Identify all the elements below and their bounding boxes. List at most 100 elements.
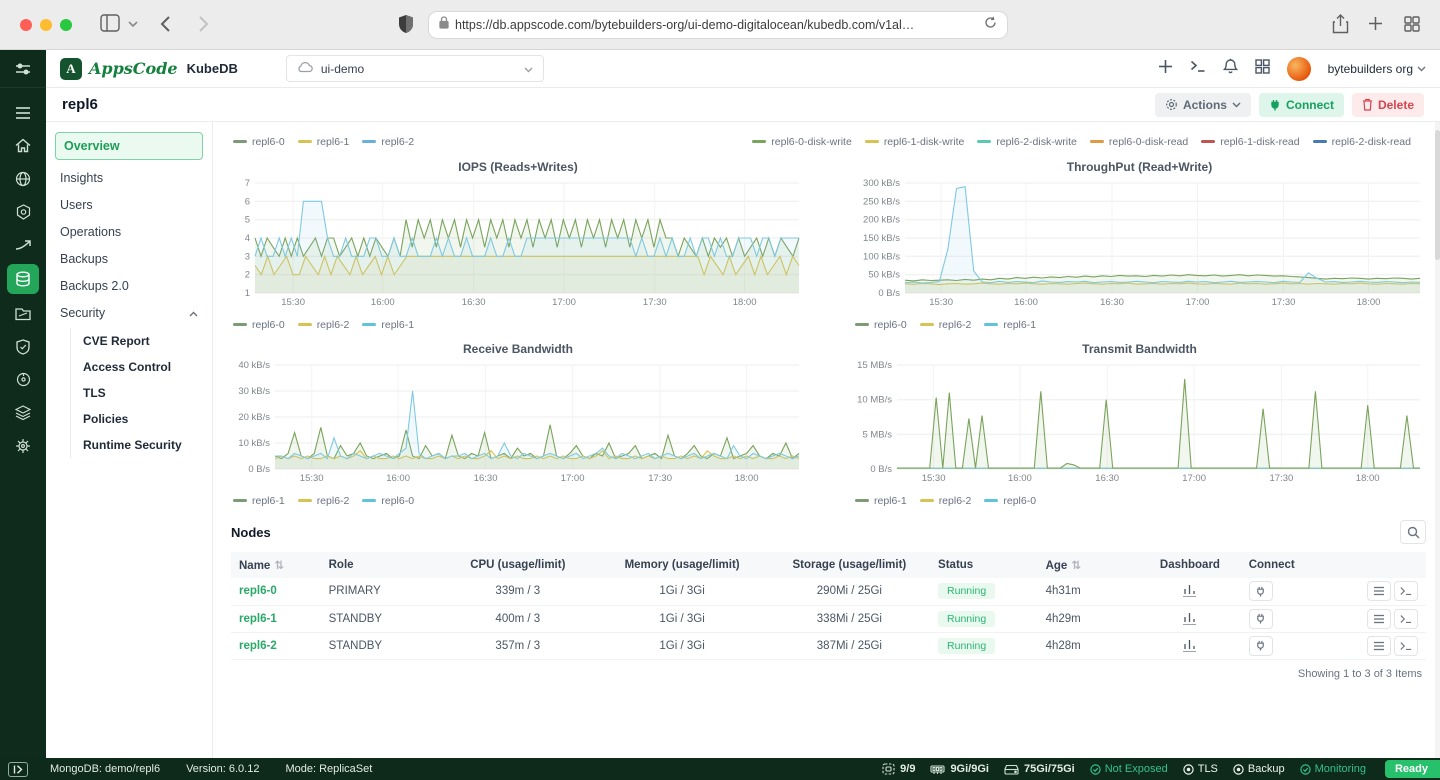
forward-button[interactable] xyxy=(198,15,209,33)
privacy-shield-icon[interactable] xyxy=(398,14,414,34)
legend-item[interactable]: repl6-2 xyxy=(362,136,414,148)
chevron-down-icon[interactable] xyxy=(128,21,138,28)
sidebar-item-security[interactable]: Security xyxy=(46,299,212,326)
col-name[interactable]: Name⇅ xyxy=(231,552,321,578)
sidebar-item-users[interactable]: Users xyxy=(46,191,212,218)
exec-terminal-icon[interactable] xyxy=(1394,581,1418,601)
legend-swatch xyxy=(298,499,312,502)
legend-item[interactable]: repl6-1-disk-write xyxy=(865,136,965,148)
logs-icon[interactable] xyxy=(1367,636,1391,656)
legend-item[interactable]: repl6-2 xyxy=(920,495,972,507)
org-switcher[interactable]: bytebuilders org xyxy=(1328,62,1426,76)
connect-plug-icon[interactable] xyxy=(1249,581,1273,601)
legend-label: repl6-1 xyxy=(317,136,350,148)
sidebar-item-insights[interactable]: Insights xyxy=(46,164,212,191)
connect-plug-icon[interactable] xyxy=(1249,636,1273,656)
legend-item[interactable]: repl6-1 xyxy=(984,319,1036,331)
col-age[interactable]: Age⇅ xyxy=(1038,552,1140,578)
terminal-icon[interactable] xyxy=(1190,60,1206,78)
legend-item[interactable]: repl6-2-disk-read xyxy=(1313,136,1411,148)
sort-icon[interactable]: ⇅ xyxy=(1071,560,1081,572)
reload-icon[interactable] xyxy=(984,16,997,34)
sidebar-item-backups-2[interactable]: Backups 2.0 xyxy=(46,272,212,299)
share-icon[interactable] xyxy=(1332,14,1349,34)
role-cell: STANDBY xyxy=(321,605,441,632)
monitoring-status: Monitoring xyxy=(1300,763,1366,775)
exec-terminal-icon[interactable] xyxy=(1394,636,1418,656)
scrollbar[interactable] xyxy=(1435,122,1440,758)
sidebar-item-operations[interactable]: Operations xyxy=(46,218,212,245)
metrics-icon[interactable] xyxy=(8,231,38,258)
legend-item[interactable]: repl6-0 xyxy=(233,319,285,331)
legend-label: repl6-0 xyxy=(252,136,285,148)
sidebar-item-policies[interactable]: Policies xyxy=(71,406,212,432)
zoom-window-button[interactable] xyxy=(60,19,72,31)
security-shield-icon[interactable] xyxy=(8,333,38,360)
legend-item[interactable]: repl6-0 xyxy=(855,319,907,331)
legend-item[interactable]: repl6-0 xyxy=(362,495,414,507)
node-link[interactable]: repl6-2 xyxy=(239,640,277,652)
actions-button[interactable]: Actions xyxy=(1155,93,1251,117)
logs-icon[interactable] xyxy=(1367,609,1391,629)
tab-overview-icon[interactable] xyxy=(1404,16,1420,32)
dashboard-chart-icon[interactable] xyxy=(1183,612,1196,625)
sidebar-item-backups[interactable]: Backups xyxy=(46,245,212,272)
legend-item[interactable]: repl6-1 xyxy=(298,136,350,148)
layers-icon[interactable] xyxy=(8,399,38,426)
sidebar-item-overview[interactable]: Overview xyxy=(55,132,203,160)
search-button[interactable] xyxy=(1400,520,1426,544)
expand-panel-icon[interactable] xyxy=(8,762,28,777)
database-active-icon[interactable] xyxy=(7,264,39,294)
legend-item[interactable]: repl6-1 xyxy=(233,495,285,507)
operations-icon[interactable] xyxy=(8,366,38,393)
catalog-icon[interactable] xyxy=(8,300,38,327)
delete-button[interactable]: Delete xyxy=(1352,93,1424,117)
dashboard-chart-icon[interactable] xyxy=(1183,584,1196,597)
notifications-bell-icon[interactable] xyxy=(1223,58,1238,79)
close-window-button[interactable] xyxy=(20,19,32,31)
legend-item[interactable]: repl6-2 xyxy=(298,319,350,331)
connect-plug-icon[interactable] xyxy=(1249,609,1273,629)
databases-icon[interactable] xyxy=(8,99,38,126)
legend-item[interactable]: repl6-2 xyxy=(298,495,350,507)
home-icon[interactable] xyxy=(8,132,38,159)
sidebar-toggle-icon[interactable] xyxy=(8,55,38,82)
apps-grid-icon[interactable] xyxy=(1255,59,1270,79)
sidebar-item-tls[interactable]: TLS xyxy=(71,380,212,406)
scrollbar-thumb[interactable] xyxy=(1435,130,1440,260)
create-plus-icon[interactable] xyxy=(1158,59,1173,79)
org-avatar[interactable] xyxy=(1287,57,1311,81)
legend-item[interactable]: repl6-2-disk-write xyxy=(977,136,1077,148)
minimize-window-button[interactable] xyxy=(40,19,52,31)
legend-item[interactable]: repl6-1 xyxy=(855,495,907,507)
cluster-icon[interactable] xyxy=(8,165,38,192)
legend-item[interactable]: repl6-0 xyxy=(984,495,1036,507)
window-controls[interactable] xyxy=(20,19,72,31)
dashboard-chart-icon[interactable] xyxy=(1183,639,1196,652)
legend-item[interactable]: repl6-0-disk-write xyxy=(752,136,852,148)
legend-swatch xyxy=(362,140,376,143)
exec-terminal-icon[interactable] xyxy=(1394,609,1418,629)
node-link[interactable]: repl6-0 xyxy=(239,585,277,597)
namespace-select[interactable]: ui-demo xyxy=(286,55,544,82)
node-link[interactable]: repl6-1 xyxy=(239,613,277,625)
address-bar[interactable]: https://db.appscode.com/bytebuilders-org… xyxy=(428,11,1008,39)
sidebar-item-cve-report[interactable]: CVE Report xyxy=(71,328,212,354)
appscode-logo[interactable]: A AppsCode KubeDB xyxy=(60,58,238,80)
sidebar-item-runtime-security[interactable]: Runtime Security xyxy=(71,432,212,458)
legend-item[interactable]: repl6-1-disk-read xyxy=(1201,136,1299,148)
new-tab-icon[interactable] xyxy=(1368,16,1383,31)
legend-item[interactable]: repl6-0 xyxy=(233,136,285,148)
sidebar-toggle-browser-icon[interactable] xyxy=(100,14,120,32)
legend-item[interactable]: repl6-0-disk-read xyxy=(1090,136,1188,148)
sidebar-item-access-control[interactable]: Access Control xyxy=(71,354,212,380)
legend-item[interactable]: repl6-1 xyxy=(362,319,414,331)
sort-icon[interactable]: ⇅ xyxy=(274,560,284,572)
legend-item[interactable]: repl6-2 xyxy=(920,319,972,331)
kubernetes-icon[interactable] xyxy=(8,198,38,225)
back-button[interactable] xyxy=(160,15,171,33)
helm-icon[interactable] xyxy=(8,432,38,459)
connect-button[interactable]: Connect xyxy=(1259,93,1344,117)
table-pagination-info: Showing 1 to 3 of 3 Items xyxy=(231,660,1426,688)
logs-icon[interactable] xyxy=(1367,581,1391,601)
